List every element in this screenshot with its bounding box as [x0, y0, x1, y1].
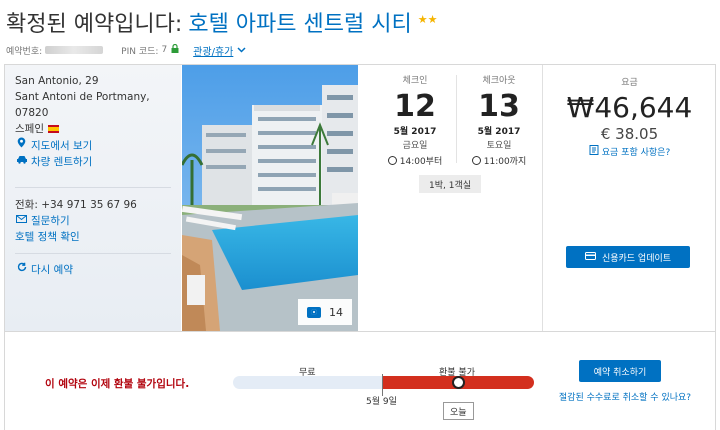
trip-purpose-link[interactable]: 관광/휴가	[193, 43, 233, 58]
price-panel: 요금 ₩46,644 € 38.05 요금 포함 사항은? 신용카드 업데이트	[544, 65, 715, 331]
stay-summary-badge: 1박, 1객실	[419, 175, 482, 193]
contact-links: 질문하기 호텔 정책 확인	[15, 213, 80, 245]
hotel-name-link[interactable]: 호텔 아파트 센트럴 시티	[188, 6, 411, 38]
credit-card-icon	[584, 251, 596, 263]
checkout-time: 11:00까지	[459, 154, 539, 167]
checkin-month: 5월 2017	[393, 127, 437, 137]
pin-value: 7	[161, 45, 168, 55]
receipt-icon	[589, 145, 599, 158]
price-eur: € 38.05	[600, 125, 659, 143]
checkin-label: 체크인	[402, 76, 428, 86]
checkout-day: 13	[478, 89, 520, 124]
photo-count: 14	[329, 305, 343, 319]
checkin-time: 14:00부터	[375, 154, 455, 167]
timeline-deadline-tick	[382, 374, 383, 396]
location-links: 지도에서 보기 차량 렌트하기	[15, 137, 92, 170]
price-label: 요금	[621, 78, 638, 88]
hotel-photo[interactable]: 14	[182, 65, 358, 331]
booking-reference-bar: 예약번호: PIN 코드: 7 관광/휴가	[6, 42, 246, 58]
map-pin-icon	[15, 137, 28, 154]
cancel-booking-button[interactable]: 예약 취소하기	[579, 360, 661, 382]
checkin-box: 체크인 12 5월 2017 금요일 14:00부터	[375, 73, 455, 167]
address-country: 스페인	[15, 123, 44, 135]
page-header: 확정된 예약입니다: 호텔 아파트 센트럴 시티 ★★	[6, 6, 438, 38]
nonrefundable-message: 이 예약은 이제 환불 불가입니다.	[45, 378, 190, 390]
rebook-link[interactable]: 다시 예약	[15, 262, 73, 278]
photo-gallery-button[interactable]: 14	[298, 299, 352, 325]
hotel-address: San Antonio, 29 Sant Antoni de Portmany,…	[15, 73, 150, 137]
checkin-weekday: 금요일	[402, 141, 428, 151]
booking-number-redacted	[45, 46, 104, 54]
camera-icon	[307, 306, 321, 318]
hotel-info-panel: San Antonio, 29 Sant Antoni de Portmany,…	[5, 65, 181, 331]
pin-label: PIN 코드:	[121, 46, 159, 57]
timeline-today-label: 오늘	[443, 402, 474, 420]
cancellation-section: 이 예약은 이제 환불 불가입니다. 무료 환불 불가 5월 9일 오늘 예약 …	[4, 332, 716, 430]
price-includes-link[interactable]: 요금 포함 사항은?	[544, 145, 715, 158]
hotel-star-rating: ★★	[417, 13, 438, 26]
address-line-1: San Antonio, 29	[15, 75, 99, 87]
divider	[15, 253, 171, 254]
checkout-label: 체크아웃	[482, 76, 516, 86]
hotel-photo-image	[182, 65, 358, 331]
checkout-weekday: 토요일	[486, 141, 512, 151]
car-icon	[15, 154, 28, 170]
timeline-deadline-date: 5월 9일	[366, 397, 397, 407]
clock-icon	[387, 156, 397, 165]
spain-flag-icon	[47, 125, 59, 133]
price-krw: ₩46,644	[566, 91, 693, 124]
lock-icon	[171, 43, 179, 56]
envelope-icon	[15, 213, 28, 229]
reduced-fee-cancel-link[interactable]: 절감된 수수료로 취소할 수 있나요?	[555, 392, 695, 404]
rebook-section: 다시 예약	[15, 262, 73, 278]
hotel-policy-link[interactable]: 호텔 정책 확인	[15, 229, 80, 245]
view-map-link[interactable]: 지도에서 보기	[15, 137, 92, 154]
page-title: 확정된 예약입니다:	[6, 12, 183, 37]
update-credit-card-button[interactable]: 신용카드 업데이트	[566, 246, 690, 268]
checkout-month: 5월 2017	[477, 127, 521, 137]
booking-number-label: 예약번호:	[6, 46, 43, 57]
address-country-row: 스페인	[15, 121, 150, 137]
timeline-today-marker	[452, 376, 465, 389]
divider	[15, 187, 171, 188]
rent-car-link[interactable]: 차량 렌트하기	[15, 154, 92, 170]
timeline-free-segment	[233, 376, 383, 389]
booking-card: San Antonio, 29 Sant Antoni de Portmany,…	[4, 64, 716, 332]
clock-icon	[471, 156, 481, 165]
date-separator	[456, 75, 457, 163]
checkin-day: 12	[394, 89, 436, 124]
ask-question-link[interactable]: 질문하기	[15, 213, 80, 229]
stay-dates-panel: 체크인 12 5월 2017 금요일 14:00부터 체크아웃 13 5월 20…	[359, 65, 543, 331]
hotel-phone: 전화: +34 971 35 67 96	[15, 199, 137, 211]
chevron-down-icon[interactable]	[237, 45, 246, 56]
address-line-3: 07820	[15, 107, 49, 119]
address-line-2: Sant Antoni de Portmany,	[15, 91, 150, 103]
checkout-box: 체크아웃 13 5월 2017 토요일 11:00까지	[459, 73, 539, 167]
refresh-icon	[15, 262, 28, 278]
